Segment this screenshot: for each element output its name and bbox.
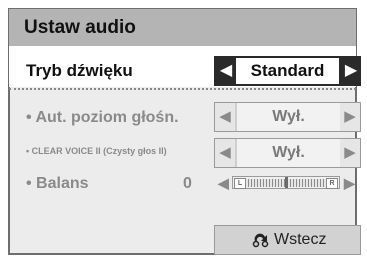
balance-value: 0 [183,175,192,192]
balance-label: • Balans [26,175,89,192]
balance-thumb[interactable] [285,177,288,188]
menu-header: Ustaw audio [9,9,356,47]
balance-left-marker: L [234,178,246,189]
arrow-left-icon[interactable]: ◀ [218,175,229,192]
auto-volume-label: • Aut. poziom głośn. [26,109,179,126]
sound-mode-value: Standard [236,58,339,84]
sound-mode-selector[interactable]: ◀ Standard ▶ [214,56,361,86]
arrow-left-icon[interactable]: ◀ [215,139,235,167]
auto-volume-value: Wył. [237,103,340,131]
divider [9,88,356,90]
clear-voice-value: Wył. [237,139,340,167]
clear-voice-selector[interactable]: ◀ Wył. ▶ [214,138,361,168]
arrow-right-icon[interactable]: ▶ [340,103,360,131]
arrow-right-icon[interactable]: ▶ [341,58,361,84]
arrow-right-icon[interactable]: ▶ [340,139,360,167]
back-button[interactable]: Wstecz [214,225,361,255]
auto-volume-selector[interactable]: ◀ Wył. ▶ [214,102,361,132]
back-return-icon [252,233,269,248]
balance-slider[interactable]: L R [232,176,340,189]
arrow-left-icon[interactable]: ◀ [216,58,236,84]
arrow-right-icon[interactable]: ▶ [344,175,355,192]
menu-title: Ustaw audio [24,17,136,38]
back-button-label: Wstecz [274,231,327,248]
balance-right-marker: R [326,178,338,189]
clear-voice-label: • CLEAR VOICE II (Czysty głos II) [26,146,167,156]
sound-mode-label: Tryb dźwięku [26,61,133,80]
arrow-left-icon[interactable]: ◀ [215,103,235,131]
